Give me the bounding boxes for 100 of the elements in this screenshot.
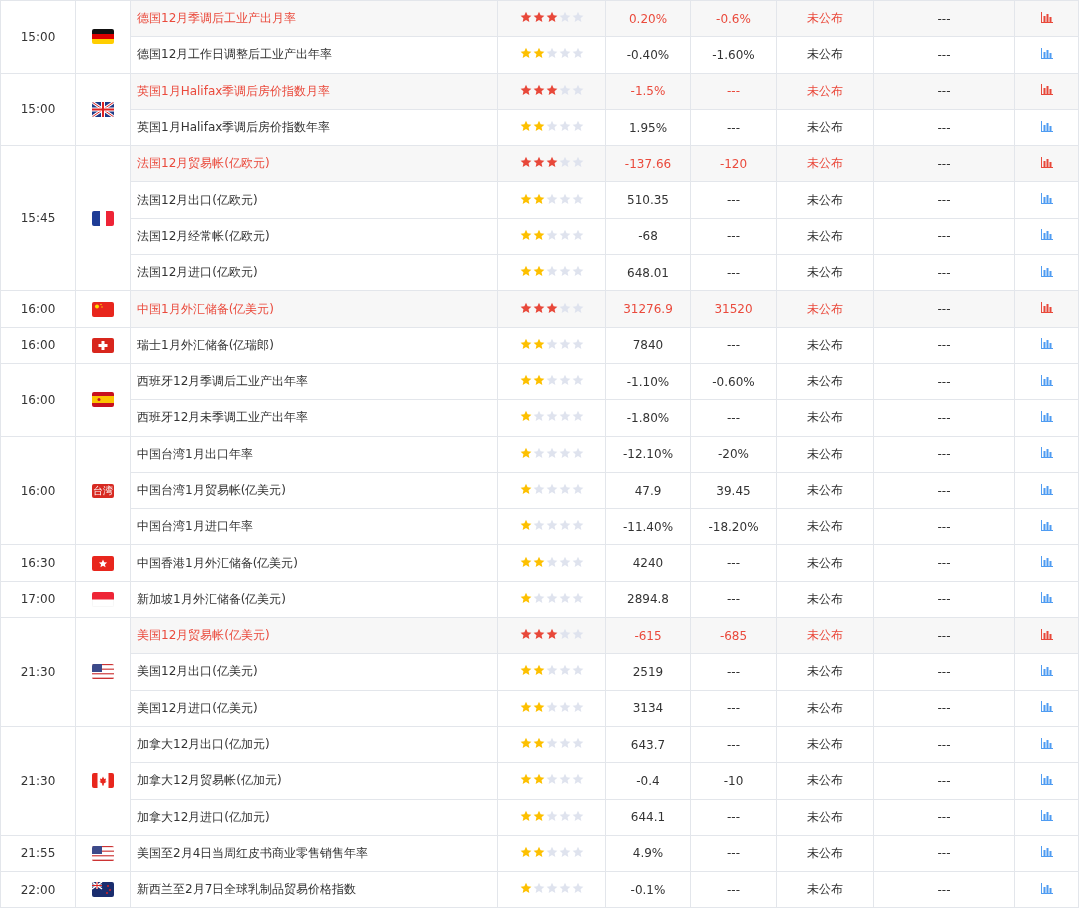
table-cell: 未公布 — [807, 737, 843, 752]
star-icon — [571, 192, 584, 205]
chart-icon[interactable] — [1040, 47, 1053, 59]
table-cell: 未公布 — [807, 555, 843, 570]
chart-icon[interactable] — [1040, 701, 1053, 713]
table-cell: 未公布 — [807, 483, 843, 497]
flag-icon — [92, 555, 114, 571]
event-name: 法国12月贸易帐(亿欧元) — [137, 156, 270, 171]
table-cell: --- — [937, 156, 951, 171]
table-cell: --- — [937, 47, 951, 62]
table-cell: --- — [937, 519, 951, 534]
star-icon — [545, 483, 558, 495]
table-cell: -0.4 — [636, 773, 660, 788]
star-icon — [545, 773, 558, 786]
table-cell: --- — [937, 773, 951, 788]
chart-icon[interactable] — [1040, 810, 1053, 822]
event-time: 16:00 — [20, 392, 56, 407]
star-icon — [532, 337, 545, 350]
chart-icon[interactable] — [1040, 665, 1053, 676]
chart-icon[interactable] — [1040, 120, 1053, 132]
chart-icon[interactable] — [1040, 11, 1053, 23]
chart-icon[interactable] — [1040, 846, 1053, 858]
chart-icon[interactable] — [1040, 374, 1053, 386]
table-cell: 未公布 — [807, 591, 843, 606]
chart-icon[interactable] — [1040, 265, 1053, 277]
chart-icon[interactable] — [1040, 447, 1053, 459]
event-name: 法国12月经常帐(亿欧元) — [137, 228, 270, 243]
event-name: 英国1月Halifax季调后房价指数月率 — [137, 83, 331, 98]
table-cell: 未公布 — [807, 809, 843, 824]
star-icon — [558, 628, 571, 641]
chart-icon[interactable] — [1040, 556, 1053, 568]
star-icon — [545, 446, 558, 459]
star-icon — [558, 773, 571, 786]
table-cell: 未公布 — [807, 156, 843, 171]
event-name: 美国至2月4日当周红皮书商业零售销售年率 — [137, 845, 369, 860]
table-cell: --- — [937, 737, 951, 752]
table-cell: 未公布 — [807, 265, 843, 280]
chart-icon[interactable] — [1040, 410, 1053, 422]
table-cell: 未公布 — [807, 374, 843, 389]
chart-icon[interactable] — [1040, 84, 1053, 96]
table-cell: 7840 — [632, 338, 664, 353]
star-icon — [532, 446, 545, 459]
star-icon — [519, 374, 532, 387]
table-cell: --- — [937, 374, 951, 389]
table-cell: --- — [937, 120, 951, 135]
star-icon — [532, 519, 545, 532]
chart-icon[interactable] — [1040, 483, 1053, 495]
table-cell: --- — [937, 410, 951, 425]
chart-icon[interactable] — [1040, 882, 1053, 894]
flag-icon — [92, 29, 114, 45]
star-icon — [532, 47, 545, 60]
event-time: 17:00 — [20, 592, 56, 607]
chart-icon[interactable] — [1040, 773, 1053, 785]
table-cell: --- — [727, 556, 740, 571]
event-name: 德国12月工作日调整后工业产出年率 — [137, 47, 333, 62]
star-icon — [558, 337, 571, 350]
star-icon — [532, 483, 545, 495]
star-icon — [532, 11, 545, 24]
chart-icon[interactable] — [1040, 592, 1053, 604]
star-icon — [545, 156, 558, 169]
star-icon — [545, 845, 558, 858]
chart-icon[interactable] — [1040, 519, 1053, 531]
table-cell: 648.01 — [627, 265, 669, 280]
event-name: 中国1月外汇储备(亿美元) — [137, 301, 274, 316]
event-name: 英国1月Halifax季调后房价指数年率 — [137, 120, 331, 135]
star-icon — [545, 337, 558, 350]
chart-icon[interactable] — [1040, 302, 1053, 313]
chart-icon[interactable] — [1040, 338, 1053, 350]
event-time: 15:00 — [20, 29, 56, 44]
chart-icon[interactable] — [1040, 737, 1053, 749]
star-icon — [532, 700, 545, 713]
table-cell: 4240 — [632, 556, 664, 571]
table-cell: 未公布 — [807, 845, 843, 860]
star-icon — [519, 192, 532, 205]
table-cell: -20% — [718, 447, 749, 462]
chart-icon[interactable] — [1040, 628, 1053, 640]
table-cell: -0.6% — [716, 11, 751, 26]
chart-icon[interactable] — [1040, 193, 1053, 205]
table-cell: --- — [937, 810, 951, 825]
star-icon — [558, 664, 571, 677]
table-cell: -1.80% — [626, 410, 670, 425]
star-icon — [558, 700, 571, 713]
table-cell: --- — [727, 701, 740, 716]
table-cell: -615 — [634, 628, 662, 643]
table-cell: --- — [727, 193, 740, 208]
table-cell: --- — [937, 302, 951, 316]
star-icon — [571, 374, 584, 387]
star-icon — [571, 555, 584, 568]
table-cell: -12.10% — [622, 447, 674, 462]
event-name: 中国香港1月外汇储备(亿美元) — [137, 555, 298, 570]
star-icon — [545, 882, 558, 895]
star-icon — [571, 410, 584, 423]
table-cell: 2894.8 — [627, 592, 669, 607]
star-icon — [545, 265, 558, 278]
chart-icon[interactable] — [1040, 156, 1053, 168]
event-name: 加拿大12月出口(亿加元) — [137, 737, 270, 752]
chart-icon[interactable] — [1040, 229, 1053, 241]
table-cell: 2519 — [632, 665, 664, 679]
star-icon — [571, 337, 584, 350]
star-icon — [519, 301, 532, 314]
